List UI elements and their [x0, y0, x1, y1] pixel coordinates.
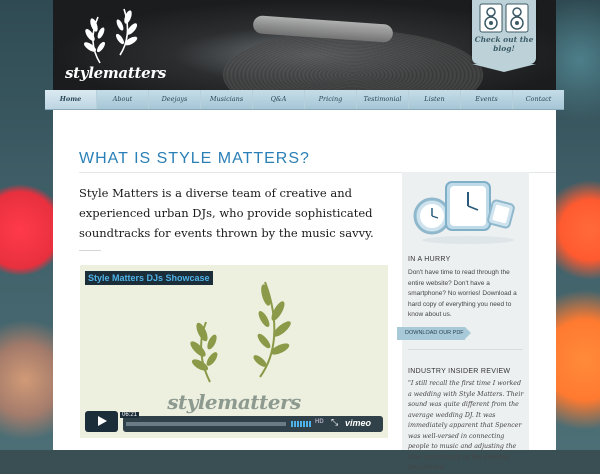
download-pdf-button[interactable]: DOWNLOAD OUR PDF — [397, 327, 471, 340]
nav-testimonial[interactable]: Testimonial — [357, 90, 409, 109]
blog-badge-label: Check out the blog! — [472, 35, 536, 53]
sidebar-heading-hurry: IN A HURRY — [408, 256, 451, 263]
laurel-leaves-icon — [190, 281, 291, 383]
sidebar: IN A HURRY Don't have time to read throu… — [397, 172, 529, 471]
nav-contact[interactable]: Contact — [513, 90, 564, 109]
volume-icon[interactable] — [291, 421, 311, 427]
sidebar-review-text: "I still recall the first time I worked … — [408, 380, 524, 471]
clocks-icon — [413, 181, 515, 244]
main-navigation: Home About Deejays Musicians Q&A Pricing… — [45, 90, 564, 110]
page-container: stylematters Check out the blog! Home Ab… — [45, 0, 564, 471]
nav-deejays[interactable]: Deejays — [149, 90, 201, 109]
blog-badge-link[interactable]: Check out the blog! — [472, 0, 536, 72]
nav-home[interactable]: Home — [45, 90, 97, 109]
video-player[interactable]: Style Matters DJs Showcase stylematters … — [80, 265, 388, 438]
video-controls: HD ⤡ vimeo — [123, 416, 383, 432]
sidebar-hurry-text: Don't have time to read through the enti… — [408, 269, 517, 318]
nav-listen[interactable]: Listen — [409, 90, 461, 109]
blog-badge-line-1: Check out the — [474, 35, 534, 44]
nav-pricing[interactable]: Pricing — [305, 90, 357, 109]
nav-musicians[interactable]: Musicians — [201, 90, 253, 109]
nav-about[interactable]: About — [97, 90, 149, 109]
video-logo-text: stylematters — [167, 390, 301, 414]
nav-qa[interactable]: Q&A — [253, 90, 305, 109]
site-logo-text[interactable]: stylematters — [65, 64, 166, 82]
play-button[interactable] — [85, 411, 118, 432]
sidebar-heading-review: INDUSTRY INSIDER REVIEW — [408, 368, 511, 375]
vimeo-logo[interactable]: vimeo — [345, 418, 371, 428]
header-banner: stylematters Check out the blog! — [53, 0, 556, 90]
blog-badge-line-2: blog! — [493, 44, 515, 53]
nav-events[interactable]: Events — [461, 90, 513, 109]
page-title: WHAT IS STYLE MATTERS? — [79, 150, 310, 167]
wreath-logo-icon — [84, 8, 138, 64]
intro-paragraph: Style Matters is a diverse team of creat… — [79, 186, 374, 240]
hd-toggle[interactable]: HD — [315, 419, 324, 425]
fullscreen-icon[interactable]: ⤡ — [331, 417, 338, 428]
intro-divider — [79, 250, 101, 251]
speaker-icon — [479, 3, 529, 33]
sidebar-divider — [408, 349, 523, 350]
video-progress-bar[interactable] — [126, 422, 286, 426]
